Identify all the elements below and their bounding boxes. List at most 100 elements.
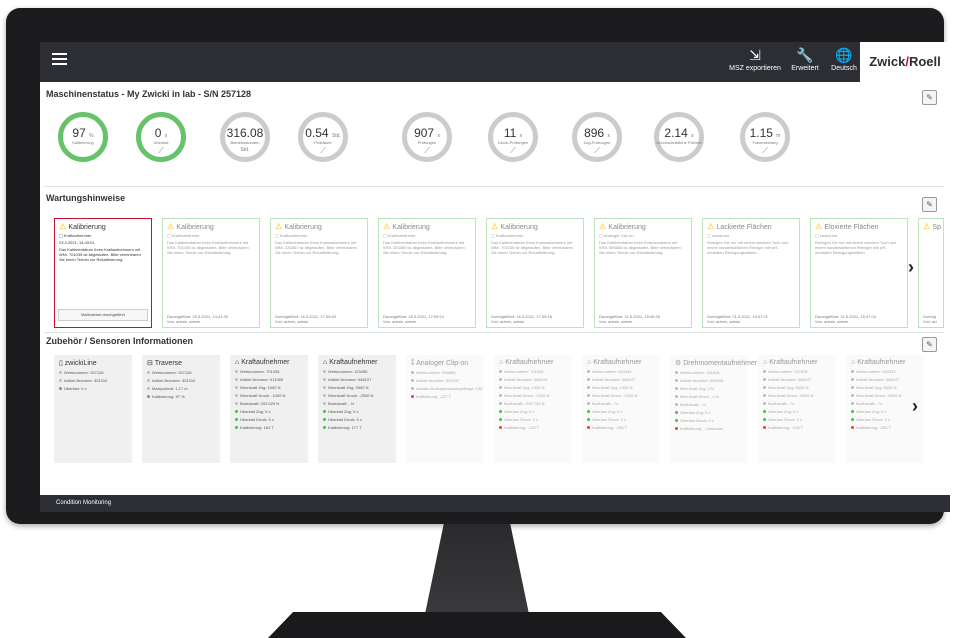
sensor-row: Artikel-Nummer: 391310 bbox=[59, 378, 127, 383]
menu-icon[interactable] bbox=[52, 53, 67, 67]
sensor-title-text: Kraftaufnehmer bbox=[769, 359, 818, 366]
gauge-6[interactable]: 896 x Zug-Prüfungen ⟋ bbox=[572, 112, 622, 162]
maintenance-card[interactable]: ⚠ Kalibrierung ▢ Kraftaufnehmer Das Kalibr… bbox=[486, 218, 584, 328]
gauge-5[interactable]: 11 x Druck-Prüfungen ⟋ bbox=[488, 112, 538, 162]
gauge-2[interactable]: 316.08 Std. Betriebsstunden bbox=[220, 112, 270, 162]
sensor-row: Überlast Druck: 0 x bbox=[499, 417, 567, 422]
export-button[interactable]: ⇲ MSZ exportieren bbox=[728, 45, 782, 79]
status-dot bbox=[323, 402, 326, 406]
status-dot bbox=[235, 370, 238, 374]
sensors-next-arrow-icon[interactable]: › bbox=[912, 396, 918, 417]
warning-icon: ⚠ bbox=[491, 222, 501, 231]
gauge-unit: Std. bbox=[240, 147, 250, 153]
sensor-row-text: Nennkraft Zug: 1000 N bbox=[592, 385, 633, 390]
card-title-text: Lackierte Flächen bbox=[716, 224, 772, 231]
maintenance-card[interactable]: ⚠ Kalibrierung ▢ Kraftaufnehmer Das Kalibr… bbox=[270, 218, 368, 328]
advanced-label: Erweitert bbox=[791, 65, 819, 72]
sensor-card[interactable]: ⌂ Kraftaufnehmer Werknummer: 701035 Artike… bbox=[230, 355, 308, 463]
sensor-title-text: Kraftaufnehmer bbox=[593, 359, 642, 366]
chart-icon[interactable]: ⟋ bbox=[303, 146, 343, 156]
gauge-3[interactable]: 0.54 Std. Prüfdauer ⟋ bbox=[298, 112, 348, 162]
gauge-7[interactable]: 2.14 s Durchschnittliche Prüfzeit bbox=[654, 112, 704, 162]
status-dot bbox=[499, 378, 502, 382]
card-title-text: Eloxierte Flächen bbox=[824, 224, 879, 231]
gauge-value: 2.14 s bbox=[659, 126, 699, 140]
sensor-row: Überlast Druck: 0 x bbox=[235, 417, 303, 422]
maintenance-card-title: ⚠ Kalibrierung bbox=[383, 222, 471, 231]
status-dot bbox=[235, 426, 238, 430]
gauge-4[interactable]: 907 x Prüfungen ⟋ bbox=[402, 112, 452, 162]
gauge-number: 97 bbox=[72, 126, 86, 140]
sensor-card[interactable]: ⌂ Kraftaufnehmer Werknummer: 123456 Artike… bbox=[318, 355, 396, 463]
gauge-0[interactable]: 97 % Kalibrierung bbox=[58, 112, 108, 162]
status-dot bbox=[587, 386, 590, 390]
sensor-card[interactable]: ▯ zwickiLine Werknummer: 257128 Artikel-Nu… bbox=[54, 355, 132, 463]
status-dot bbox=[147, 371, 150, 375]
maintenance-card[interactable]: ⚠ Kalibrierung ▢ Analoger Clip-on Das Kali… bbox=[594, 218, 692, 328]
card-subtitle-text: Kraftaufnehmer bbox=[63, 233, 92, 238]
status-dot bbox=[851, 370, 854, 374]
maintenance-card[interactable]: ⚠ Kalibrierung ▢ Kraftaufnehmer 23.3.2021,… bbox=[54, 218, 152, 328]
sensor-row-text: Kalibrierung: - Unknown bbox=[680, 426, 723, 431]
sensor-row: Überlast Zug: 0 x bbox=[675, 410, 743, 415]
sensor-card-title: ⌂ Kraftaufnehmer bbox=[763, 359, 831, 366]
status-dot bbox=[763, 410, 766, 414]
gauge-unit: m bbox=[776, 133, 781, 139]
gauge-label: Überlast bbox=[153, 140, 169, 145]
card-subtitle-text: zwickLine bbox=[819, 233, 838, 238]
gauge-8[interactable]: 1.15 m Traversenweg ⟋ bbox=[740, 112, 790, 162]
sensor-card[interactable]: ⌂ Kraftaufnehmer Werknummer: 787878 Artike… bbox=[758, 355, 836, 463]
sensor-row: Artikel-Nummer: 301037 bbox=[411, 378, 479, 383]
sensor-row-text: Bruttokraft: - N bbox=[592, 401, 619, 406]
edit-machine-status-button[interactable]: ✎ bbox=[922, 90, 937, 105]
card-subtitle-text: Kraftaufnehmer bbox=[279, 233, 308, 238]
sensor-card[interactable]: ⌂ Kraftaufnehmer Werknummer: 701035 Artike… bbox=[494, 355, 572, 463]
status-dot bbox=[323, 386, 326, 390]
sensor-card[interactable]: ⚙ Drehmomentaufnehmer Werknummer: 181818 A… bbox=[670, 355, 757, 463]
maintenance-card[interactable]: ⚠ Sp Durchg Von: ad bbox=[918, 218, 944, 328]
sensor-row: Überlast Druck: 0 x bbox=[763, 417, 831, 422]
status-dot bbox=[323, 370, 326, 374]
gauge-1[interactable]: 0 x Überlast ⟋ bbox=[136, 112, 186, 162]
sensor-row: Kalibrierung: -230 T bbox=[851, 425, 919, 430]
sensor-row-text: Bruttokraft: - N bbox=[856, 401, 883, 406]
chart-icon[interactable]: ⟋ bbox=[407, 146, 447, 156]
language-button[interactable]: 🌐 Deutsch bbox=[828, 45, 860, 79]
sensor-row: Nennkraft Druck: -2500 N bbox=[323, 393, 391, 398]
sensor-row-text: Überlast Zug: 0 x bbox=[240, 409, 271, 414]
chart-icon[interactable]: ⟋ bbox=[141, 146, 181, 156]
sensor-row: Nennkraft Druck: -1000 N bbox=[587, 393, 655, 398]
chart-icon[interactable]: ⟋ bbox=[745, 146, 785, 156]
status-dot bbox=[675, 419, 678, 423]
sensor-row-text: Überlast Druck: 0 x bbox=[592, 417, 627, 422]
edit-maintenance-button[interactable]: ✎ bbox=[922, 197, 937, 212]
status-dot bbox=[235, 394, 238, 398]
maintenance-card[interactable]: ⚠ Kalibrierung ▢ Kraftaufnehmer Das Kalibr… bbox=[162, 218, 260, 328]
card-body: Reinigen Sie nur mit einem weichen Tuch … bbox=[707, 240, 789, 255]
chart-icon[interactable]: ⟋ bbox=[577, 146, 617, 156]
card-subtitle: ▢ Kraftaufnehmer bbox=[275, 233, 363, 238]
maintenance-card[interactable]: ⚠ Eloxierte Flächen ▢ zwickLine Reinigen S… bbox=[810, 218, 908, 328]
card-title-text: Kalibrierung bbox=[392, 224, 430, 231]
sensor-card[interactable]: ⊟ Traverse Werknummer: 257128 Artikel-Numm… bbox=[142, 355, 220, 463]
gauge-unit: x bbox=[437, 133, 440, 139]
done-button[interactable]: Maßnahme durchgeführt bbox=[58, 309, 148, 321]
edit-sensors-button[interactable]: ✎ bbox=[922, 337, 937, 352]
status-dot bbox=[675, 371, 678, 375]
card-author: Von: admin, admin bbox=[707, 319, 741, 324]
chart-icon[interactable]: ⟋ bbox=[493, 146, 533, 156]
sensor-row: Überlast Zug: 0 x bbox=[235, 409, 303, 414]
sensor-card[interactable]: ⁑ Analoger Clip-on Werknummer: 555666 Arti… bbox=[406, 355, 484, 463]
wrench-icon: 🔧 bbox=[796, 47, 814, 63]
gauge-value: 97 % bbox=[63, 126, 103, 140]
maintenance-card[interactable]: ⚠ Lackierte Flächen ▢ zwickLine Reinigen S… bbox=[702, 218, 800, 328]
status-dot bbox=[235, 378, 238, 382]
status-dot bbox=[851, 378, 854, 382]
maintenance-card[interactable]: ⚠ Kalibrierung ▢ Kraftaufnehmer Das Kalibr… bbox=[378, 218, 476, 328]
sensor-row: Kalibrierung: 181 T bbox=[235, 425, 303, 430]
maintenance-next-arrow-icon[interactable]: › bbox=[908, 257, 914, 278]
advanced-button[interactable]: 🔧 Erweitert bbox=[788, 45, 822, 79]
sensor-card[interactable]: ⌂ Kraftaufnehmer Werknummer: 444444 Artike… bbox=[582, 355, 660, 463]
sensor-row-text: Überlast Zug: 0 x bbox=[856, 409, 887, 414]
status-dot bbox=[235, 402, 238, 406]
